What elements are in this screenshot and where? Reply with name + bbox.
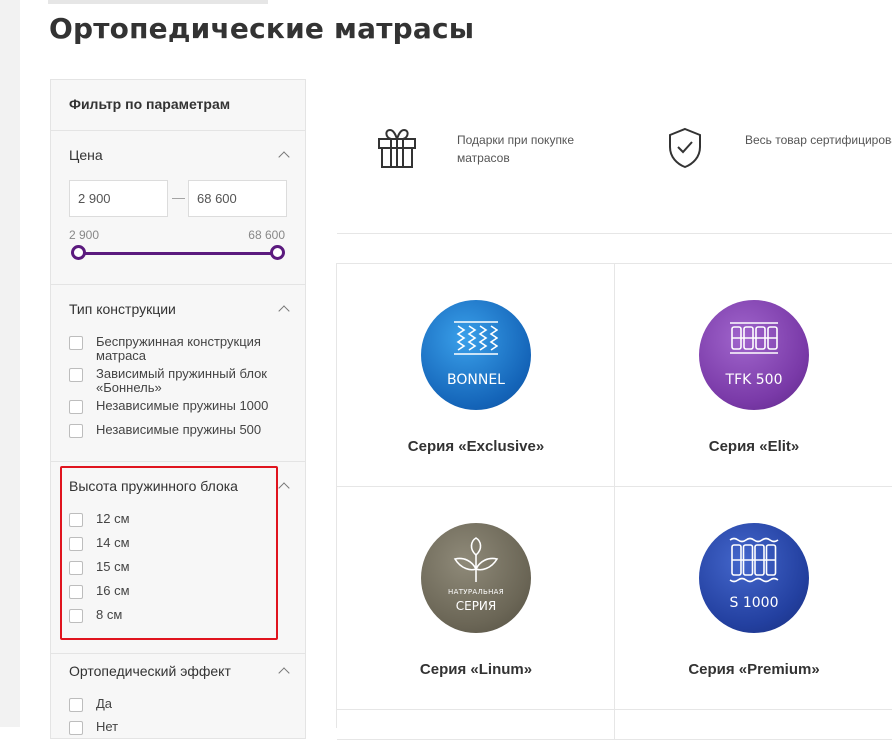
chevron-up-icon[interactable] (278, 151, 290, 163)
construction-title: Тип конструкции (69, 301, 176, 317)
badge-label-line1: НАТУРАЛЬНАЯ (448, 588, 504, 596)
badge-label-line2: СЕРИЯ (455, 599, 497, 613)
option-label: Независимые пружины 1000 (96, 398, 269, 413)
chevron-up-icon[interactable] (278, 305, 290, 317)
breadcrumb-fragment (48, 0, 268, 4)
option-label: Нет (96, 719, 119, 734)
chevron-up-icon[interactable] (278, 667, 290, 679)
option-label: Да (96, 696, 113, 711)
page-title: Ортопедические матрасы (49, 12, 475, 45)
price-slider-max-handle[interactable] (270, 245, 285, 260)
badge-label: S 1000 (729, 595, 779, 611)
badge-label: TFK 500 (725, 372, 783, 388)
chevron-up-icon[interactable] (278, 482, 290, 494)
filter-panel: Фильтр по параметрам Цена — 2 900 68 600… (50, 79, 306, 739)
ortho-effect-title: Ортопедический эффект (69, 663, 231, 679)
left-margin (0, 0, 20, 727)
checkbox[interactable] (69, 336, 83, 350)
series-card-premium[interactable]: S 1000 Серия «Premium» (615, 487, 892, 710)
checkbox[interactable] (69, 368, 83, 382)
badge-label: BONNEL (447, 372, 505, 388)
ortho-effect-section: Ортопедический эффект Да Нет (51, 653, 305, 744)
series-title[interactable]: Серия «Exclusive» (337, 438, 615, 455)
pocket-spring-icon (729, 537, 779, 583)
series-card-linum[interactable]: НАТУРАЛЬНАЯ СЕРИЯ Серия «Linum» (337, 487, 615, 710)
option-label: Независимые пружины 500 (96, 422, 262, 437)
checkbox[interactable] (69, 721, 83, 735)
benefit-cert-text: Весь товар сертифицирован (745, 133, 892, 147)
series-badge: TFK 500 (699, 300, 809, 410)
price-min-input[interactable] (69, 180, 168, 217)
series-card-elit[interactable]: TFK 500 Серия «Elit» (615, 264, 892, 487)
checkbox[interactable] (69, 424, 83, 438)
filter-title: Фильтр по параметрам (51, 80, 305, 131)
price-title: Цена (69, 147, 103, 163)
construction-section: Тип конструкции Беспружинная конструкция… (51, 284, 305, 462)
gift-icon (378, 128, 416, 168)
series-badge: S 1000 (699, 523, 809, 633)
series-grid: BONNEL Серия «Exclusive» TFK 500 Серия «… (336, 263, 892, 740)
series-badge: BONNEL (421, 300, 531, 410)
range-dash: — (172, 190, 185, 205)
series-card-exclusive[interactable]: BONNEL Серия «Exclusive» (337, 264, 615, 487)
benefit-gifts-text: Подарки при покупке матрасов (457, 133, 574, 165)
series-title[interactable]: Серия «Elit» (615, 438, 892, 455)
series-card-partial[interactable] (337, 710, 615, 740)
price-max-input[interactable] (188, 180, 287, 217)
range-max-label: 68 600 (248, 228, 285, 242)
range-min-label: 2 900 (69, 228, 100, 242)
benefits-strip: Подарки при покупке матрасов Весь товар … (337, 97, 892, 234)
option-label: Беспружинная конструкция матраса (96, 334, 261, 363)
series-title[interactable]: Серия «Linum» (337, 661, 615, 678)
series-title[interactable]: Серия «Premium» (615, 661, 892, 678)
series-card-partial[interactable] (615, 710, 892, 740)
shield-check-icon (669, 127, 701, 169)
price-slider-track[interactable] (77, 252, 281, 255)
checkbox[interactable] (69, 698, 83, 712)
spring-block-icon (454, 321, 498, 355)
pocket-spring-icon (730, 322, 778, 354)
highlight-annotation (60, 466, 278, 640)
option-label: Зависимый пружинный блок «Боннель» (96, 366, 267, 395)
price-section: Цена — 2 900 68 600 (51, 131, 305, 283)
leaf-icon (453, 537, 499, 582)
checkbox[interactable] (69, 400, 83, 414)
price-slider-min-handle[interactable] (71, 245, 86, 260)
series-badge: НАТУРАЛЬНАЯ СЕРИЯ (421, 523, 531, 633)
